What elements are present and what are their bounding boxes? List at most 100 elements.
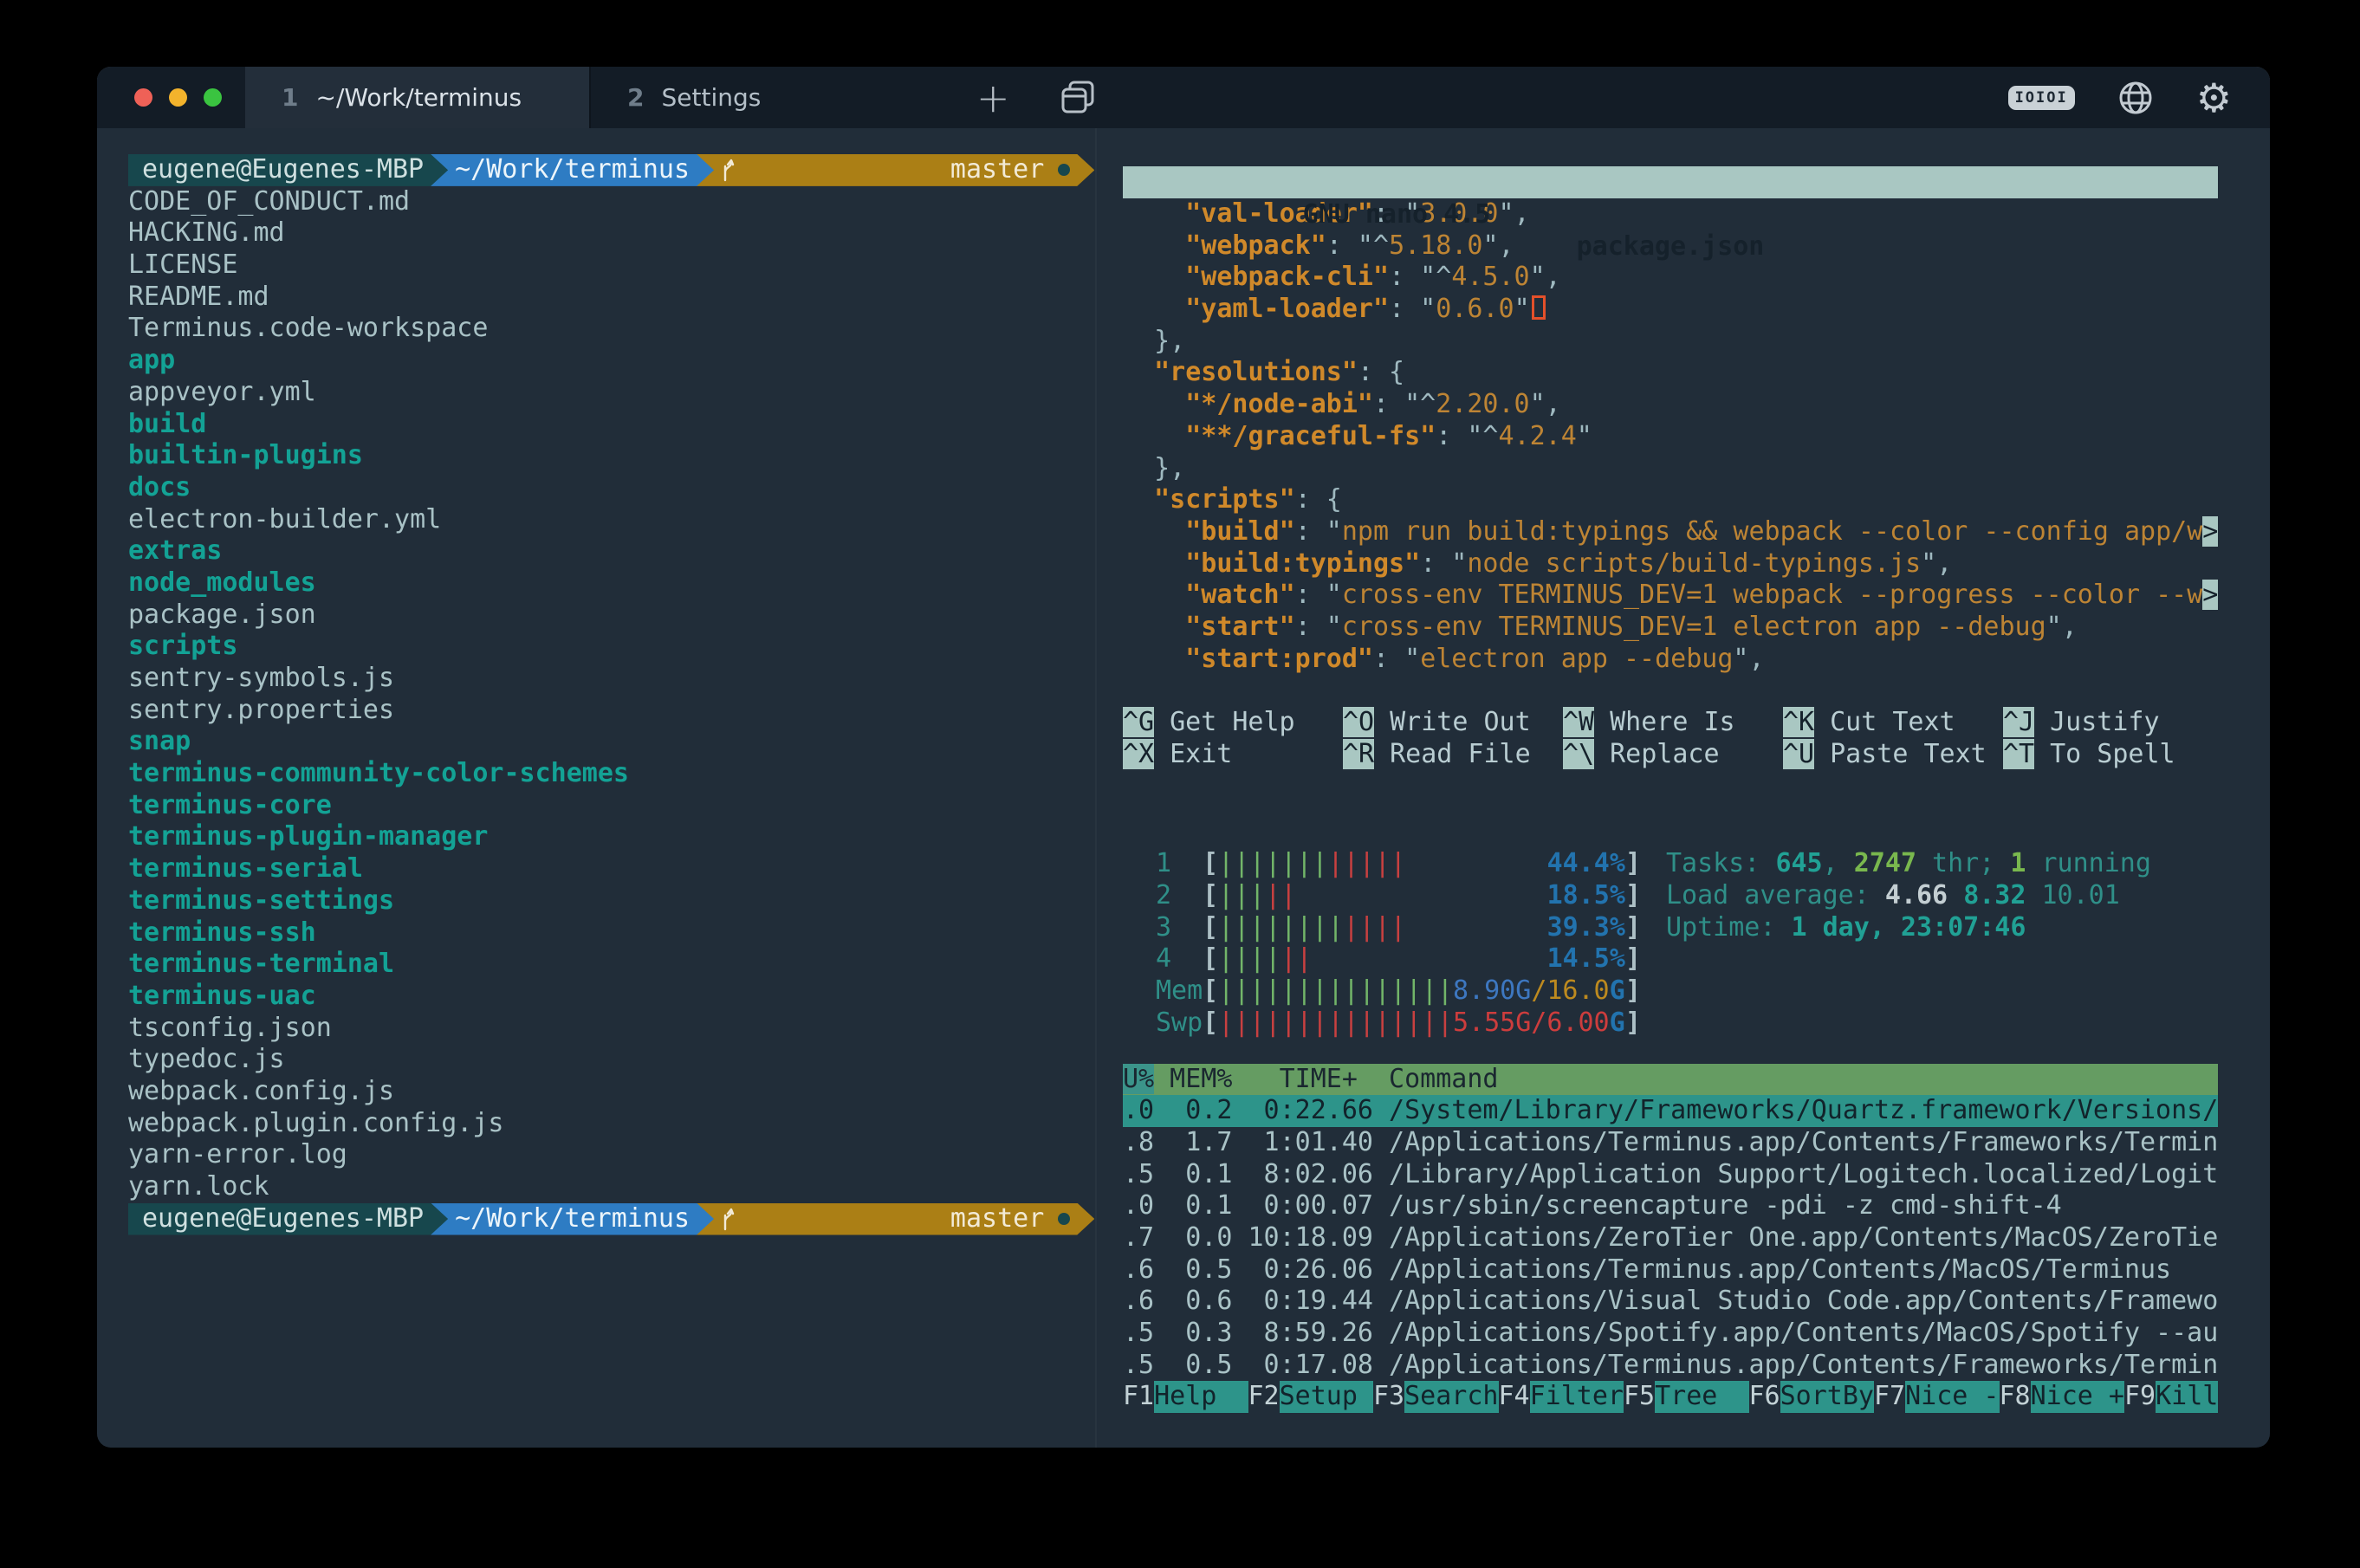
- fkey-f3: F3: [1373, 1381, 1404, 1413]
- fkey-label: Help: [1154, 1381, 1248, 1413]
- list-item: extras: [128, 535, 1095, 567]
- nano-line: },: [1123, 453, 2270, 485]
- fkey-label: Tree: [1655, 1381, 1748, 1413]
- fkey-label: Nice +: [2031, 1381, 2124, 1413]
- nano-shortcut: ^\Replace: [1563, 739, 1783, 771]
- nano-cursor: [1532, 295, 1546, 320]
- tab-settings[interactable]: 2 Settings: [591, 67, 937, 128]
- htop-summary-line: Uptime: 1 day, 23:07:46: [1666, 912, 2151, 944]
- fkey-f7: F7: [1874, 1381, 1905, 1413]
- fkey-label: Nice -: [1905, 1381, 1999, 1413]
- nano-line: "watch": "cross-env TERMINUS_DEV=1 webpa…: [1123, 580, 2270, 612]
- nano-shortcut: ^OWrite Out: [1343, 707, 1563, 739]
- htop-meter-4: 4[||||||14.5%]: [1156, 943, 1641, 975]
- traffic-lights: [97, 67, 245, 128]
- list-item: tsconfig.json: [128, 1013, 1095, 1045]
- process-rows: .0 0.2 0:22.66 /System/Library/Framework…: [1123, 1095, 2218, 1381]
- fkey-label: Kill: [2156, 1381, 2218, 1413]
- process-row[interactable]: .6 0.5 0:26.06 /Applications/Terminus.ap…: [1123, 1254, 2218, 1286]
- list-item: yarn-error.log: [128, 1139, 1095, 1171]
- process-row[interactable]: .5 0.5 0:17.08 /Applications/Terminus.ap…: [1123, 1350, 2218, 1382]
- nano-line: "start": "cross-env TERMINUS_DEV=1 elect…: [1123, 612, 2270, 644]
- nano-line: "start:prod": "electron app --debug",: [1123, 644, 2270, 676]
- list-item: app: [128, 345, 1095, 377]
- fkey-label: Search: [1404, 1381, 1498, 1413]
- nano-line: "build:typings": "node scripts/build-typ…: [1123, 548, 2270, 580]
- list-item: webpack.plugin.config.js: [128, 1108, 1095, 1140]
- fkey-f2: F2: [1248, 1381, 1280, 1413]
- new-tab-button[interactable]: +: [976, 78, 1010, 118]
- htop-meter-3: 3[||||||||||||39.3%]: [1156, 912, 1641, 944]
- file-listing: CODE_OF_CONDUCT.mdHACKING.mdLICENSEREADM…: [128, 186, 1095, 1203]
- prompt-user-segment: eugene@Eugenes-MBP: [128, 154, 448, 186]
- list-item: yarn.lock: [128, 1171, 1095, 1203]
- nano-shortcut-bar: ^GGet Help^OWrite Out^WWhere Is^KCut Tex…: [1123, 707, 2270, 770]
- prompt-path-segment: ~/Work/terminus: [431, 1203, 714, 1235]
- nano-shortcut: ^GGet Help: [1123, 707, 1343, 739]
- list-item: builtin-plugins: [128, 440, 1095, 472]
- nano-shortcut: ^UPaste Text: [1783, 739, 2003, 771]
- htop-meter-swp: Swp[|||||||||||||||5.55G/6.00G]: [1156, 1008, 1641, 1040]
- list-item: LICENSE: [128, 249, 1095, 282]
- prompt-git-segment: master: [697, 1203, 1094, 1235]
- right-terminal-pane[interactable]: GNU nano 4.5 package.json "val-loader": …: [1097, 128, 2270, 1448]
- prompt-user-segment: eugene@Eugenes-MBP: [128, 1203, 448, 1235]
- list-item: terminus-settings: [128, 885, 1095, 917]
- globe-icon[interactable]: [2117, 79, 2155, 117]
- htop-summary-line: Load average: 4.66 8.32 10.01: [1666, 880, 2151, 912]
- maximize-button[interactable]: [204, 88, 222, 107]
- prompt-path-segment: ~/Work/terminus: [431, 154, 714, 186]
- minimize-button[interactable]: [169, 88, 187, 107]
- process-row[interactable]: .0 0.1 0:00.07 /usr/sbin/screencapture -…: [1123, 1190, 2218, 1222]
- list-item: package.json: [128, 599, 1095, 632]
- list-item: terminus-terminal: [128, 949, 1095, 981]
- list-item: typedoc.js: [128, 1044, 1095, 1076]
- process-table: U% MEM% TIME+ Command .0 0.2 0:22.66 /Sy…: [1123, 1064, 2218, 1382]
- tab-index: 1: [282, 83, 298, 112]
- fkey-f6: F6: [1749, 1381, 1780, 1413]
- fkey-f1: F1: [1123, 1381, 1154, 1413]
- list-item: Terminus.code-workspace: [128, 313, 1095, 345]
- close-button[interactable]: [134, 88, 152, 107]
- tab-work-terminus[interactable]: 1 ~/Work/terminus: [245, 67, 591, 128]
- nano-shortcut: ^XExit: [1123, 739, 1343, 771]
- process-row[interactable]: .6 0.6 0:19.44 /Applications/Visual Stud…: [1123, 1286, 2218, 1318]
- list-item: sentry-symbols.js: [128, 663, 1095, 695]
- process-row[interactable]: .7 0.0 10:18.09 /Applications/ZeroTier O…: [1123, 1222, 2218, 1254]
- fkey-f5: F5: [1624, 1381, 1655, 1413]
- process-row[interactable]: .5 0.3 8:59.26 /Applications/Spotify.app…: [1123, 1318, 2218, 1350]
- process-table-header[interactable]: U% MEM% TIME+ Command: [1123, 1064, 2218, 1096]
- split-panes-icon[interactable]: [1059, 78, 1099, 118]
- titlebar: 1 ~/Work/terminus 2 Settings + IOIOI: [97, 67, 2270, 128]
- process-row[interactable]: .5 0.1 8:02.06 /Library/Application Supp…: [1123, 1159, 2218, 1191]
- nano-shortcut: ^WWhere Is: [1563, 707, 1783, 739]
- prompt-line: eugene@Eugenes-MBP ~/Work/terminus maste…: [128, 154, 1095, 186]
- list-item: scripts: [128, 631, 1095, 663]
- htop-meter-1: 1[||||||||||||44.4%]: [1156, 848, 1641, 880]
- list-item: README.md: [128, 282, 1095, 314]
- settings-gear-icon[interactable]: ⚙: [2196, 78, 2232, 118]
- list-item: terminus-plugin-manager: [128, 821, 1095, 853]
- list-item: terminus-serial: [128, 853, 1095, 885]
- nano-line: "**/graceful-fs": "^4.2.4": [1123, 421, 2270, 453]
- git-modified-dot: [1058, 164, 1070, 176]
- nano-shortcut: ^KCut Text: [1783, 707, 2003, 739]
- left-terminal-pane[interactable]: eugene@Eugenes-MBP ~/Work/terminus maste…: [97, 128, 1095, 1448]
- list-item: electron-builder.yml: [128, 504, 1095, 536]
- htop-function-key-bar: F1Help F2Setup F3SearchF4FilterF5Tree F6…: [1123, 1381, 2218, 1413]
- list-item: appveyor.yml: [128, 377, 1095, 409]
- list-item: sentry.properties: [128, 695, 1095, 727]
- fkey-f9: F9: [2124, 1381, 2156, 1413]
- terminus-window: 1 ~/Work/terminus 2 Settings + IOIOI: [97, 67, 2270, 1448]
- fkey-f8: F8: [2000, 1381, 2031, 1413]
- desktop: 1 ~/Work/terminus 2 Settings + IOIOI: [0, 0, 2360, 1568]
- process-row[interactable]: .8 1.7 1:01.40 /Applications/Terminus.ap…: [1123, 1127, 2218, 1159]
- titlebar-right: IOIOI ⚙: [2008, 67, 2270, 128]
- blank-line: [1123, 675, 2270, 707]
- tab-title: ~/Work/terminus: [315, 83, 522, 112]
- process-row-selected[interactable]: .0 0.2 0:22.66 /System/Library/Framework…: [1123, 1095, 2218, 1127]
- serial-ports-icon[interactable]: IOIOI: [2008, 86, 2075, 110]
- list-item: terminus-core: [128, 790, 1095, 822]
- list-item: CODE_OF_CONDUCT.md: [128, 186, 1095, 218]
- htop-pane: 1[||||||||||||44.4%]2[|||||18.5%]3[|||||…: [1123, 848, 2270, 1413]
